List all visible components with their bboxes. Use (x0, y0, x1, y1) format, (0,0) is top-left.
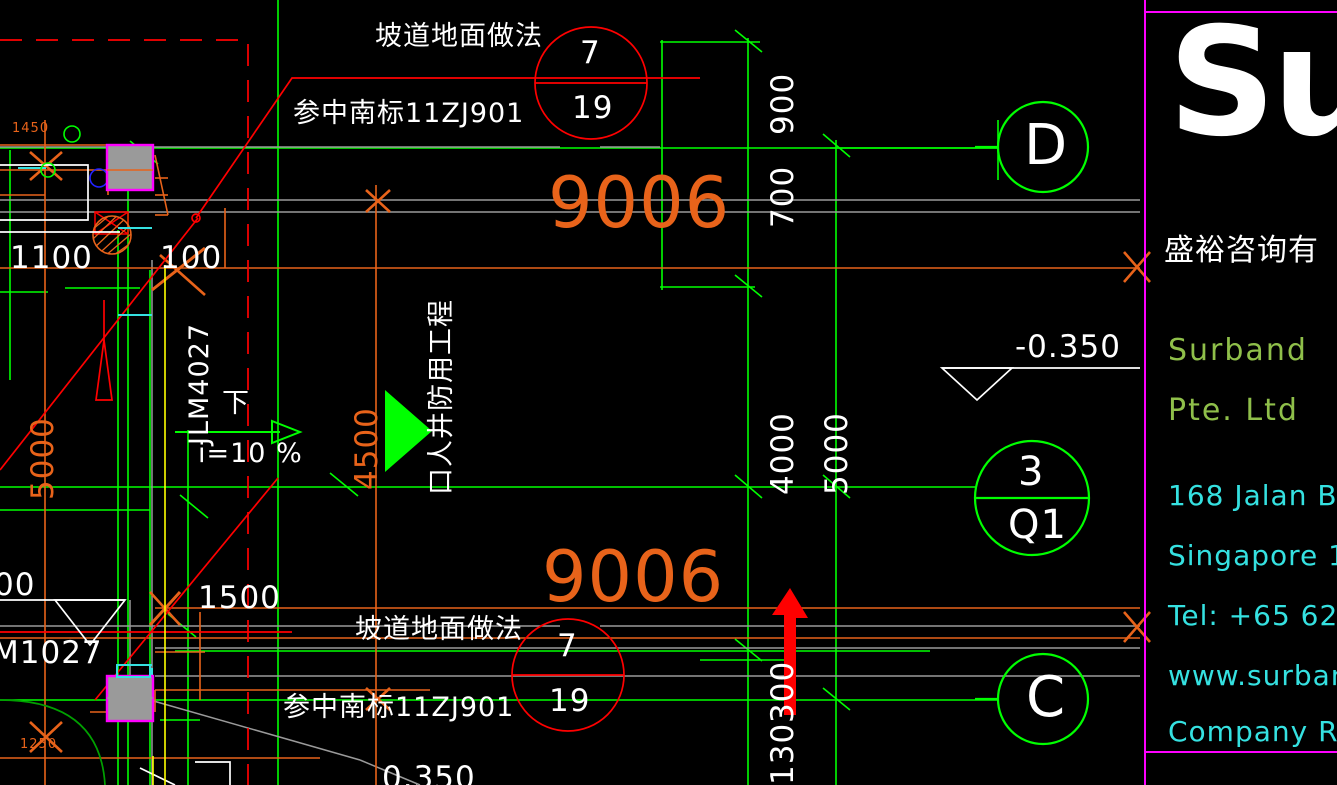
dim-4500: 4500 (349, 407, 385, 490)
detail-bubble-bottom-number: 7 (557, 628, 578, 664)
detail-bubble-top-number: 7 (580, 35, 601, 71)
title-line-3: 168 Jalan B (1168, 479, 1337, 512)
dim-100: 100 (160, 240, 223, 276)
vertical-engineering-note: 口人井防用工程 (426, 299, 457, 495)
dim-130: 130 (765, 722, 801, 785)
slope-direction-label: 下 (222, 388, 250, 419)
ramp-note-reference-bottom: 参中南标11ZJ901 (283, 692, 515, 723)
dim-300: 300 (765, 660, 801, 723)
dim-4000: 4000 (765, 412, 801, 495)
title-line-6: www.surban (1168, 659, 1337, 692)
cad-drawing-canvas[interactable]: 坡道地面做法 参中南标11ZJ901 7 19 坡道地面做法 参中南标11ZJ9… (0, 0, 1337, 785)
ramp-note-reference-top: 参中南标11ZJ901 (293, 98, 525, 129)
title-block-panel: Su 盛裕咨询有 Surband Pte. Ltd 168 Jalan B Si… (1152, 14, 1337, 750)
door-tag-M1027: M1027 (0, 635, 103, 671)
column-upper (105, 143, 155, 192)
door-tag-JLM4027: JLM4027 (184, 322, 215, 445)
title-line-7: Company Re (1168, 715, 1337, 748)
detail-bubble-bottom-sheet: 19 (549, 683, 591, 719)
dim-1100: 1100 (10, 240, 93, 276)
dim-9006-top: 9006 (548, 162, 731, 244)
dim-1450: 1450 (12, 121, 50, 136)
title-line-2: Pte. Ltd (1168, 393, 1299, 428)
green-direction-triangle (385, 390, 432, 472)
dim-9006-bottom: 9006 (542, 536, 725, 618)
ramp-note-title-top: 坡道地面做法 (375, 21, 543, 52)
dim-700: 700 (765, 165, 801, 228)
company-name-chinese: 盛裕咨询有 (1164, 233, 1319, 268)
company-logo-text: Su (1168, 14, 1337, 170)
green-marker-circle (63, 125, 81, 143)
blue-marker-circle (89, 168, 109, 188)
hatched-circle-symbol (92, 215, 132, 255)
dim-1250: 1250 (20, 737, 58, 752)
title-line-5: Tel: +65 624 (1168, 599, 1337, 632)
dim-00-left: 00 (0, 567, 36, 603)
elevation-marker-label: -0.350 (1015, 329, 1121, 365)
grid-bubble-label-C[interactable]: C (1026, 670, 1066, 726)
dim-5000-left: 5000 (25, 417, 61, 500)
elevation-bottom-label: 0.350 (382, 760, 476, 785)
ramp-note-title-bottom: 坡道地面做法 (355, 614, 523, 645)
dim-1500: 1500 (198, 580, 281, 616)
detail-bubble-top-sheet: 19 (572, 90, 614, 126)
slope-value-label: i=10 % (198, 438, 303, 469)
section-bubble-bottom-label[interactable]: Q1 (1008, 505, 1067, 545)
dim-5000-mid: 5000 (819, 412, 855, 495)
title-line-4: Singapore 1 (1168, 539, 1337, 572)
title-line-1: Surband (1168, 333, 1308, 368)
section-bubble-top-label[interactable]: 3 (1018, 452, 1044, 492)
grid-bubble-label-D[interactable]: D (1024, 118, 1068, 174)
dim-900: 900 (765, 72, 801, 135)
